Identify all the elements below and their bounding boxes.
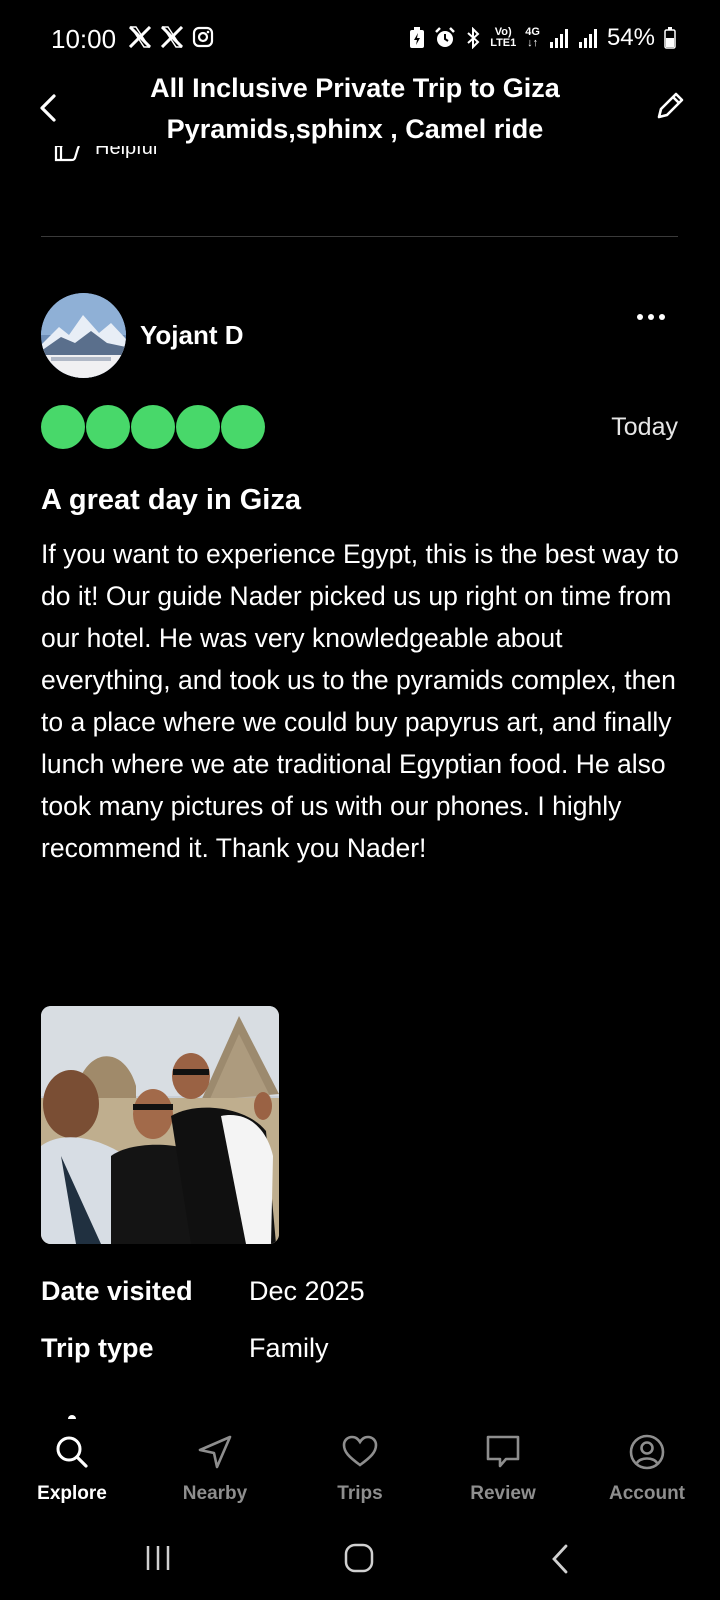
nav-explore[interactable]: Explore — [12, 1433, 132, 1505]
chevron-left-icon — [40, 94, 56, 122]
nav-trips[interactable]: Trips — [300, 1433, 420, 1505]
battery-saver-icon — [410, 27, 425, 48]
helpful-button[interactable]: Helpful — [53, 146, 253, 164]
instagram-icon — [192, 26, 214, 48]
speech-bubble-icon — [486, 1435, 520, 1468]
page-title: All Inclusive Private Trip to Giza Pyram… — [150, 73, 560, 144]
avatar[interactable] — [41, 293, 126, 378]
recent-apps-button[interactable] — [143, 1543, 173, 1578]
divider — [41, 236, 678, 237]
x-icon — [128, 26, 152, 48]
alarm-icon — [435, 27, 456, 47]
rating-bubble — [176, 405, 220, 449]
home-icon — [344, 1543, 374, 1573]
battery-percent: 54% — [606, 24, 655, 51]
review-date: Today — [611, 413, 678, 441]
date-visited-value: Dec 2025 — [249, 1276, 365, 1306]
bottom-nav: Explore Nearby Trips Review Account — [0, 1425, 720, 1525]
date-visited-label: Date visited — [41, 1276, 193, 1306]
navigation-arrow-icon — [198, 1435, 232, 1469]
helpful-label: Helpful — [95, 146, 158, 159]
more-icon — [637, 314, 665, 320]
home-button[interactable] — [343, 1543, 375, 1578]
edit-button[interactable] — [652, 88, 688, 124]
thumbs-up-icon — [54, 146, 80, 162]
rating-bubble — [86, 405, 130, 449]
system-back-button[interactable] — [548, 1543, 572, 1580]
nav-review[interactable]: Review — [443, 1433, 563, 1505]
4g-icon: 4G ↓↑ — [525, 26, 540, 49]
bluetooth-icon — [467, 27, 480, 49]
x-icon — [160, 26, 184, 48]
signal-icon — [549, 29, 568, 48]
rating-bubble — [131, 405, 175, 449]
more-options-button[interactable] — [634, 310, 668, 324]
review-title: A great day in Giza — [41, 484, 301, 516]
user-circle-icon — [629, 1434, 665, 1470]
system-status-icons: Vo) LTE1 4G ↓↑ 54% — [409, 24, 676, 52]
nav-nearby[interactable]: Nearby — [155, 1433, 275, 1505]
battery-icon — [664, 27, 676, 49]
nav-account[interactable]: Account — [587, 1433, 707, 1505]
reviewer-name[interactable]: Yojant D — [140, 320, 244, 351]
notification-icons — [128, 26, 214, 48]
recent-apps-icon — [146, 1546, 170, 1570]
review-body: If you want to experience Egypt, this is… — [41, 539, 679, 863]
clipped-content — [68, 1415, 76, 1419]
back-button[interactable] — [34, 88, 68, 128]
volte-icon: Vo) LTE1 — [490, 26, 517, 49]
back-arrow-icon — [552, 1544, 568, 1574]
rating-bubbles — [41, 405, 265, 449]
signal-icon — [578, 29, 597, 48]
pencil-icon — [657, 92, 684, 119]
rating-bubble — [41, 405, 85, 449]
search-icon — [56, 1436, 88, 1468]
rating-bubble — [221, 405, 265, 449]
trip-type-label: Trip type — [41, 1333, 154, 1363]
system-nav-bar — [0, 1525, 720, 1600]
status-time: 10:00 — [51, 24, 117, 54]
trip-type-value: Family — [249, 1333, 329, 1363]
heart-icon — [342, 1435, 378, 1467]
review-photo[interactable] — [41, 1006, 279, 1244]
